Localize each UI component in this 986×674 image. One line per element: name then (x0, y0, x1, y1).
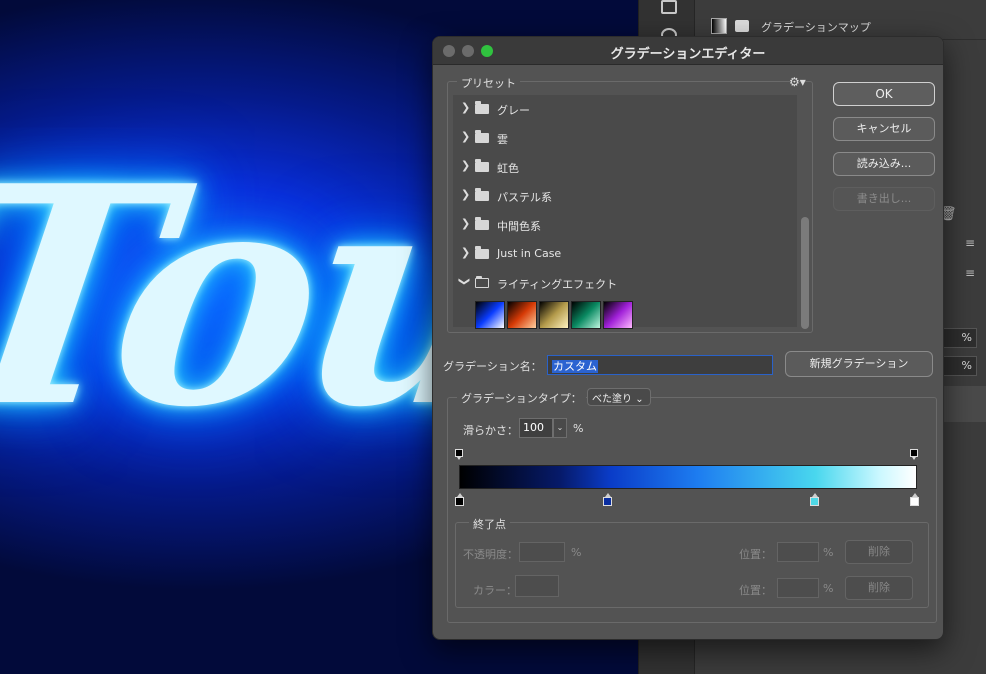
smoothness-label: 滑らかさ： (463, 424, 518, 437)
load-button[interactable]: 読み込み... (833, 152, 935, 176)
smoothness-unit: % (573, 422, 584, 435)
gradient-name-label: グラデーション名： (443, 360, 542, 373)
gradient-preset-swatch[interactable] (603, 301, 633, 329)
delete-color-stop-button[interactable]: 削除 (845, 576, 913, 600)
chevron-down-icon[interactable]: ⌄ (553, 418, 567, 438)
open-folder-icon (475, 276, 489, 288)
color-stop[interactable] (810, 493, 819, 506)
menu-icon[interactable]: ≡ (965, 236, 975, 250)
gradient-editor-dialog: グラデーションエディター プリセット ⚙▾ ❯ グレー ❯ 雲 ❯ 虹色 ❯ パ… (432, 36, 944, 640)
chevron-down-icon: ⌄ (635, 394, 644, 405)
ok-button[interactable]: OK (833, 82, 935, 106)
preset-folder-label: 虹色 (497, 162, 519, 175)
chevron-down-icon[interactable]: ❯ (458, 277, 471, 286)
chevron-right-icon[interactable]: ❯ (461, 159, 470, 172)
preset-folder-lighting-effects[interactable]: ❯ ライティングエフェクト (453, 269, 797, 298)
color-position-unit: % (823, 582, 834, 595)
opacity-input[interactable] (519, 542, 565, 562)
preset-folder-label: 雲 (497, 133, 508, 146)
delete-opacity-stop-button[interactable]: 削除 (845, 540, 913, 564)
adjustment-thumbnail-icon (711, 18, 727, 34)
gradient-name-input[interactable]: カスタム (547, 355, 773, 375)
preset-folder-label: Just in Case (497, 247, 562, 260)
gradient-name-value: カスタム (552, 360, 598, 373)
gradient-preset-swatch[interactable] (475, 301, 505, 329)
preset-folder-neutral[interactable]: ❯ 中間色系 (453, 211, 797, 240)
chevron-right-icon[interactable]: ❯ (461, 188, 470, 201)
gradient-bar[interactable] (459, 465, 917, 489)
color-position-input[interactable] (777, 578, 819, 598)
layer-name: グラデーションマップ (761, 21, 871, 34)
chevron-right-icon[interactable]: ❯ (461, 130, 470, 143)
preset-list-scrollbar[interactable] (801, 217, 809, 329)
color-stop[interactable] (455, 493, 464, 506)
smoothness-input[interactable]: 100 (519, 418, 553, 438)
color-stop[interactable] (910, 493, 919, 506)
folder-icon (475, 188, 489, 201)
dialog-titlebar[interactable]: グラデーションエディター (433, 37, 943, 65)
percent-label: % (961, 359, 972, 372)
presets-label: プリセット (457, 75, 520, 91)
color-label: カラー： (473, 584, 517, 597)
folder-icon (475, 101, 489, 114)
percent-label: % (961, 331, 972, 344)
opacity-unit: % (571, 546, 582, 559)
gradient-type-select[interactable]: べた塗り ⌄ (587, 388, 651, 406)
preset-folder-label: 中間色系 (497, 220, 541, 233)
opacity-label: 不透明度： (463, 548, 518, 561)
chevron-right-icon[interactable]: ❯ (461, 217, 470, 230)
color-position-label: 位置： (739, 584, 772, 597)
mask-icon (735, 20, 749, 32)
opacity-stop-left[interactable] (455, 449, 463, 460)
preset-folder-label: グレー (497, 104, 530, 117)
preset-folder-just-in-case[interactable]: ❯ Just in Case (453, 240, 797, 269)
folder-icon (475, 217, 489, 230)
opacity-position-unit: % (823, 546, 834, 559)
preset-folder-pastel[interactable]: ❯ パステル系 (453, 182, 797, 211)
preset-folder-gray[interactable]: ❯ グレー (453, 95, 797, 124)
preset-list: ❯ グレー ❯ 雲 ❯ 虹色 ❯ パステル系 ❯ 中間色系 ❯ Just in … (453, 95, 797, 329)
cancel-button[interactable]: キャンセル (833, 117, 935, 141)
export-button[interactable]: 書き出し... (833, 187, 935, 211)
gradient-preset-swatch[interactable] (507, 301, 537, 329)
chevron-right-icon[interactable]: ❯ (461, 101, 470, 114)
preset-folder-rainbow[interactable]: ❯ 虹色 (453, 153, 797, 182)
folder-icon (475, 246, 489, 259)
opacity-position-input[interactable] (777, 542, 819, 562)
opacity-stop-right[interactable] (910, 449, 918, 460)
gradient-preset-swatch[interactable] (539, 301, 569, 329)
preset-folder-label: パステル系 (497, 191, 552, 204)
folder-icon (475, 130, 489, 143)
gradient-preset-swatch[interactable] (571, 301, 601, 329)
preset-folder-label: ライティングエフェクト (497, 278, 618, 291)
dialog-title: グラデーションエディター (610, 47, 766, 62)
stops-label: 終了点 (469, 516, 510, 532)
menu-icon[interactable]: ≡ (965, 266, 975, 280)
chevron-right-icon[interactable]: ❯ (461, 246, 470, 259)
folder-icon (475, 159, 489, 172)
gear-icon[interactable]: ⚙▾ (789, 75, 806, 89)
gradient-type-label: グラデーションタイプ： (457, 390, 586, 406)
color-stop[interactable] (603, 493, 612, 506)
preset-folder-clouds[interactable]: ❯ 雲 (453, 124, 797, 153)
new-gradient-button[interactable]: 新規グラデーション (785, 351, 933, 377)
opacity-position-label: 位置： (739, 548, 772, 561)
grid-icon[interactable] (661, 0, 677, 14)
gradient-type-value: べた塗り (592, 394, 632, 405)
color-swatch-field[interactable] (515, 575, 559, 597)
